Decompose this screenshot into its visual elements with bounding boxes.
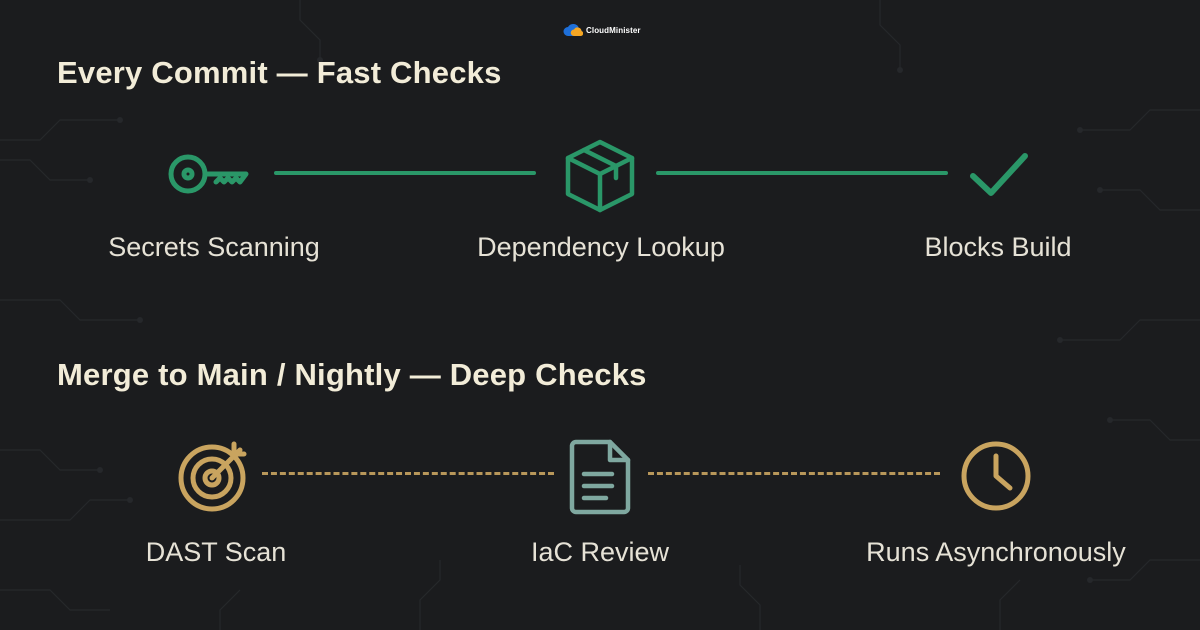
key-icon: [168, 154, 249, 194]
section-title-deep-checks: Merge to Main / Nightly — Deep Checks: [57, 357, 647, 392]
step-label-dast-scan: DAST Scan: [145, 537, 287, 567]
connector-line: [274, 171, 536, 175]
brand-logo: CloudMinister: [563, 22, 641, 38]
step-label-dependency-lookup: Dependency Lookup: [477, 232, 725, 262]
document-icon: [569, 439, 631, 515]
brand-name: CloudMinister: [586, 25, 641, 35]
clock-icon: [961, 441, 1031, 511]
background-circuit-pattern: [0, 0, 1200, 630]
target-arrow-icon: [178, 441, 247, 512]
step-label-blocks-build: Blocks Build: [924, 232, 1072, 262]
section-title-fast-checks: Every Commit — Fast Checks: [57, 55, 502, 90]
step-label-iac-review: IaC Review: [530, 537, 670, 567]
cloud-logo-icon: [563, 24, 583, 36]
connector-dashed-line: [648, 472, 940, 475]
step-label-secrets-scanning: Secrets Scanning: [108, 232, 320, 262]
connector-dashed-line: [262, 472, 554, 475]
connector-line: [656, 171, 948, 175]
step-label-runs-asynchronously: Runs Asynchronously: [866, 537, 1126, 567]
checkmark-icon: [970, 153, 1028, 196]
package-box-icon: [565, 139, 635, 213]
